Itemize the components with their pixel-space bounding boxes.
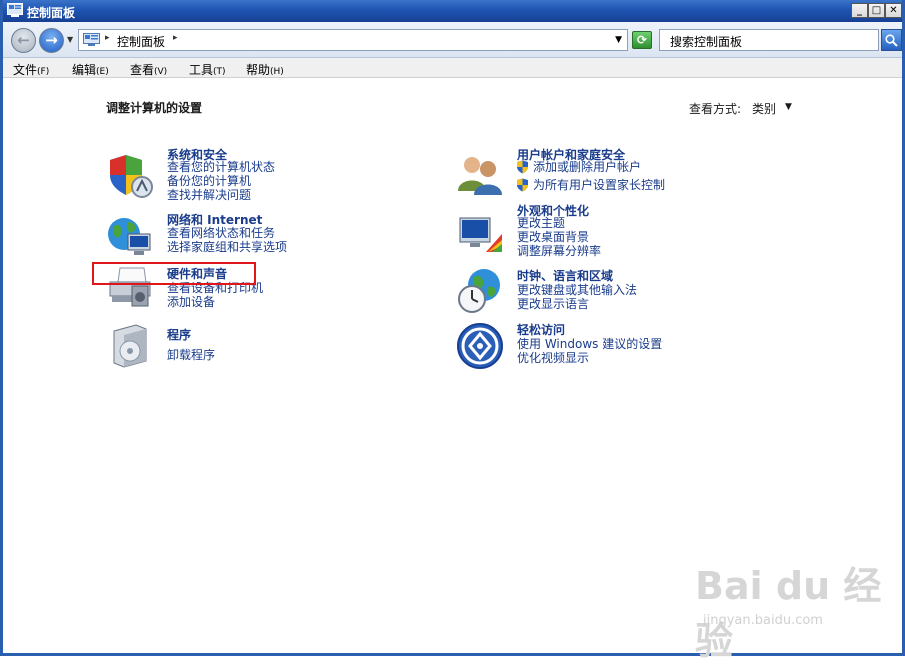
menu-edit[interactable]: 编辑(E) [72,61,109,78]
recent-pages-dropdown-icon[interactable]: ▼ [67,35,73,44]
link-keyboard-input[interactable]: 更改键盘或其他输入法 [517,283,637,297]
address-dropdown-icon[interactable]: ▼ [615,35,622,45]
link-change-theme[interactable]: 更改主题 [517,216,565,230]
control-panel-window: 控制面板 _ □ ✕ ← → ▼ ▸ 控制面板 ▸ ▼ ⟳ 搜索控制面板 文件(… [0,0,905,663]
breadcrumb-separator-icon[interactable]: ▸ [105,33,110,43]
main-content: 调整计算机的设置 查看方式: 类别 ▼ 系统和安全 查看您的计算机状态 备份您的… [3,79,902,663]
minimize-button[interactable]: _ [851,3,868,18]
link-parental-controls[interactable]: 为所有用户设置家长控制 [533,178,665,192]
view-by-label: 查看方式: [689,102,742,116]
link-optimize-display[interactable]: 优化视频显示 [517,351,589,365]
back-button[interactable]: ← [11,28,36,53]
close-button[interactable]: ✕ [885,3,902,18]
link-homegroup-sharing[interactable]: 选择家庭组和共享选项 [167,240,287,254]
link-network-status[interactable]: 查看网络状态和任务 [167,226,275,240]
view-by-dropdown-icon[interactable]: ▼ [785,102,792,112]
link-uninstall-program[interactable]: 卸载程序 [167,348,215,362]
forward-button[interactable]: → [39,28,64,53]
search-icon[interactable] [881,29,902,51]
personalization-icon[interactable] [456,212,504,260]
link-find-fix-problems[interactable]: 查找并解决问题 [167,188,251,202]
watermark-url: jingyan.baidu.com [703,613,823,628]
menu-help[interactable]: 帮助(H) [246,61,284,78]
search-input[interactable]: 搜索控制面板 [659,29,879,51]
network-globe-icon[interactable] [106,212,154,260]
refresh-button[interactable]: ⟳ [632,31,652,49]
link-view-computer-status[interactable]: 查看您的计算机状态 [167,160,275,174]
maximize-button[interactable]: □ [868,3,885,18]
control-panel-icon [7,3,23,17]
link-screen-resolution[interactable]: 调整屏幕分辨率 [517,244,601,258]
view-by-dropdown[interactable]: 类别 [752,100,776,117]
navigation-toolbar: ← → ▼ ▸ 控制面板 ▸ ▼ ⟳ 搜索控制面板 [3,22,902,58]
users-icon[interactable] [456,151,504,199]
category-ease-of-access[interactable]: 轻松访问 [517,321,565,338]
address-bar[interactable]: ▸ 控制面板 ▸ ▼ [78,29,628,51]
menu-file[interactable]: 文件(F) [13,61,49,78]
highlight-annotation-box [92,262,256,285]
uac-shield-icon [517,160,528,174]
window-title: 控制面板 [27,6,76,20]
page-title: 调整计算机的设置 [106,101,203,115]
title-bar: 控制面板 _ □ ✕ [3,0,902,22]
breadcrumb-separator-icon[interactable]: ▸ [173,33,178,43]
category-clock-language[interactable]: 时钟、语言和区域 [517,267,613,284]
link-windows-recommended[interactable]: 使用 Windows 建议的设置 [517,337,662,351]
menu-view[interactable]: 查看(V) [130,61,167,78]
uac-shield-icon [517,178,528,192]
security-shield-icon[interactable] [106,151,154,199]
clock-globe-icon[interactable] [456,267,504,315]
menu-bar: 文件(F) 编辑(E) 查看(V) 工具(T) 帮助(H) [3,58,902,78]
link-backup-computer[interactable]: 备份您的计算机 [167,174,251,188]
link-change-background[interactable]: 更改桌面背景 [517,230,589,244]
link-display-language[interactable]: 更改显示语言 [517,297,589,311]
programs-icon[interactable] [106,321,154,369]
control-panel-icon [83,33,100,46]
ease-of-access-icon[interactable] [456,322,504,370]
link-add-device[interactable]: 添加设备 [167,295,215,309]
menu-tools[interactable]: 工具(T) [189,61,226,78]
link-add-remove-accounts[interactable]: 添加或删除用户帐户 [533,160,641,174]
breadcrumb-control-panel[interactable]: 控制面板 [117,33,165,50]
watermark-logo: Bai du 经验 [695,564,882,663]
category-programs[interactable]: 程序 [167,326,191,343]
